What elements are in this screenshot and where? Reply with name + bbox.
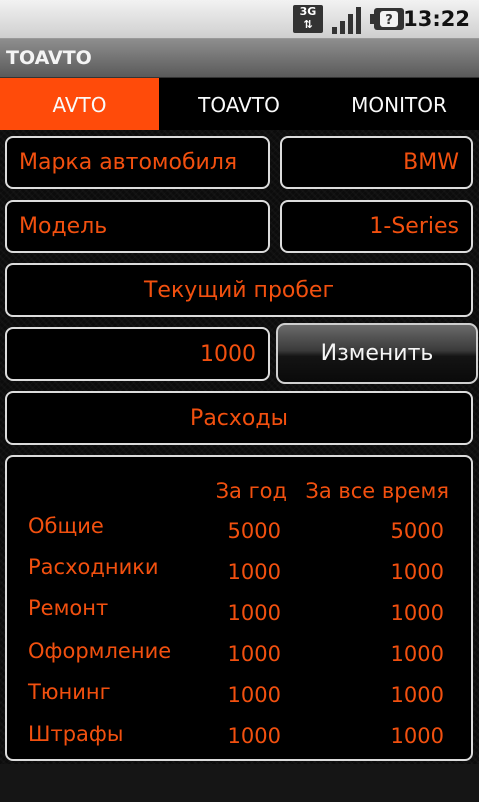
row-tuning-all-time: 1000 bbox=[390, 683, 444, 707]
row-label-fines: Штрафы bbox=[28, 722, 124, 746]
row-total-all-time: 5000 bbox=[390, 519, 444, 543]
expenses-table: За год За все время Общие 5000 5000 Расх… bbox=[5, 455, 473, 761]
row-label-total: Общие bbox=[28, 514, 104, 538]
change-mileage-button[interactable]: Изменить bbox=[276, 323, 478, 384]
svg-text:?: ? bbox=[385, 13, 393, 28]
brand-value: BMW bbox=[403, 150, 459, 175]
row-repair-year: 1000 bbox=[227, 601, 281, 625]
row-registration-all-time: 1000 bbox=[390, 642, 444, 666]
row-total-year: 5000 bbox=[227, 519, 281, 543]
row-consumables-all-time: 1000 bbox=[390, 560, 444, 584]
row-label-repair: Ремонт bbox=[28, 596, 109, 620]
row-tuning-year: 1000 bbox=[227, 683, 281, 707]
signal-strength-icon bbox=[332, 7, 361, 34]
tab-toavto[interactable]: TOAVTO bbox=[159, 78, 319, 130]
mileage-title-box: Текущий пробег bbox=[5, 263, 473, 317]
row-fines-all-time: 1000 bbox=[390, 724, 444, 748]
row-registration-year: 1000 bbox=[227, 642, 281, 666]
mileage-input[interactable]: 1000 bbox=[5, 327, 270, 381]
brand-label-box: Марка автомобиля bbox=[5, 136, 270, 189]
model-label-box: Модель bbox=[5, 200, 270, 253]
tab-avto[interactable]: AVTO bbox=[0, 78, 159, 130]
clock: 13:22 bbox=[403, 7, 470, 31]
row-fines-year: 1000 bbox=[227, 724, 281, 748]
row-label-registration: Оформление bbox=[28, 639, 172, 663]
row-label-tuning: Тюнинг bbox=[28, 680, 111, 704]
brand-value-field[interactable]: BMW bbox=[280, 136, 473, 189]
background-strip bbox=[0, 764, 479, 802]
title-bar: TOAVTO bbox=[0, 39, 479, 78]
app-title: TOAVTO bbox=[6, 47, 92, 69]
tab-bar: AVTO TOAVTO MONITOR bbox=[0, 78, 479, 130]
network-3g-icon: 3G ⇅ bbox=[293, 5, 323, 33]
data-activity-arrows: ⇅ bbox=[303, 18, 313, 31]
model-label: Модель bbox=[19, 214, 108, 239]
mileage-value: 1000 bbox=[200, 341, 256, 367]
tab-monitor[interactable]: MONITOR bbox=[319, 78, 479, 130]
row-label-consumables: Расходники bbox=[28, 555, 159, 579]
expenses-title: Расходы bbox=[190, 405, 288, 431]
column-header-year: За год bbox=[215, 479, 287, 503]
expenses-title-box: Расходы bbox=[5, 391, 473, 445]
brand-label: Марка автомобиля bbox=[19, 150, 238, 175]
column-header-all-time: За все время bbox=[305, 479, 449, 503]
row-consumables-year: 1000 bbox=[227, 560, 281, 584]
model-value: 1-Series bbox=[369, 214, 459, 239]
battery-unknown-icon: ? bbox=[370, 8, 404, 30]
mileage-title: Текущий пробег bbox=[143, 277, 335, 303]
screen: 3G ⇅ ? 13:22 TOAVTO AVTO TOAVTO MONITOR … bbox=[0, 0, 479, 802]
status-bar: 3G ⇅ ? 13:22 bbox=[0, 0, 479, 39]
network-type-label: 3G bbox=[299, 5, 317, 18]
row-repair-all-time: 1000 bbox=[390, 601, 444, 625]
model-value-field[interactable]: 1-Series bbox=[280, 200, 473, 253]
